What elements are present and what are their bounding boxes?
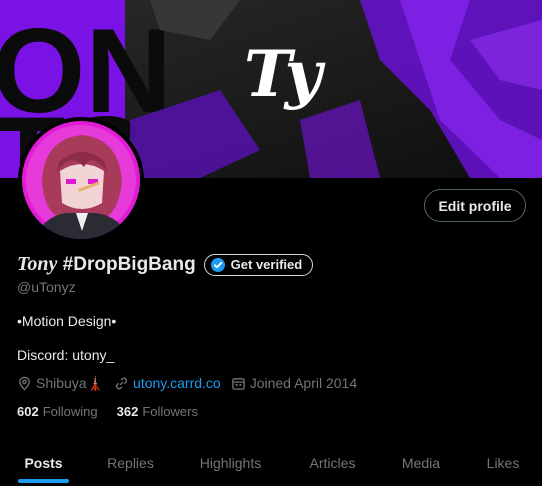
tab-articles[interactable]: Articles (287, 440, 378, 486)
profile-tabs: Posts Replies Highlights Articles Media … (0, 440, 542, 486)
banner-logo: Ty (244, 37, 322, 112)
following-label: Following (42, 404, 98, 419)
display-name-hashtag: #DropBigBang (62, 254, 196, 275)
location: Shibuya🗼 (17, 375, 104, 392)
avatar-image (22, 121, 140, 239)
joined-date: Joined April 2014 (231, 375, 357, 391)
following-link[interactable]: 602 Following (17, 404, 98, 419)
following-count: 602 (17, 404, 39, 419)
get-verified-button[interactable]: Get verified (203, 253, 314, 276)
edit-profile-button[interactable]: Edit profile (424, 189, 526, 222)
profile-name-row: Tony #DropBigBang Get verified (17, 253, 314, 276)
followers-label: Followers (142, 404, 198, 419)
followers-link[interactable]: 362 Followers (117, 404, 198, 419)
link-icon (115, 377, 128, 389)
verified-badge-icon (210, 257, 225, 272)
follow-stats: 602 Following 362 Followers (17, 404, 217, 419)
profile-handle: @uTonyz (17, 279, 76, 295)
joined-text: Joined April 2014 (249, 375, 358, 391)
display-name: Tony #DropBigBang (17, 253, 196, 276)
display-name-italic: Tony (17, 253, 58, 275)
profile-meta-row: Shibuya🗼 utony.carrd.co Joined April 201… (17, 374, 367, 392)
bio-line-2: Discord: utony_ (17, 347, 115, 363)
location-text: Shibuya🗼 (36, 374, 105, 391)
bio-line-1: •Motion Design• (17, 313, 117, 329)
location-pin-icon (19, 376, 30, 391)
website: utony.carrd.co (114, 375, 221, 391)
get-verified-label: Get verified (230, 257, 303, 272)
calendar-icon (231, 377, 245, 390)
tab-likes[interactable]: Likes (464, 440, 542, 486)
tab-highlights[interactable]: Highlights (174, 440, 287, 486)
followers-count: 362 (116, 404, 139, 419)
active-tab-indicator (18, 479, 69, 483)
website-link[interactable]: utony.carrd.co (133, 375, 221, 391)
avatar[interactable] (18, 117, 144, 243)
tab-media[interactable]: Media (378, 440, 464, 486)
tab-replies[interactable]: Replies (87, 440, 174, 486)
